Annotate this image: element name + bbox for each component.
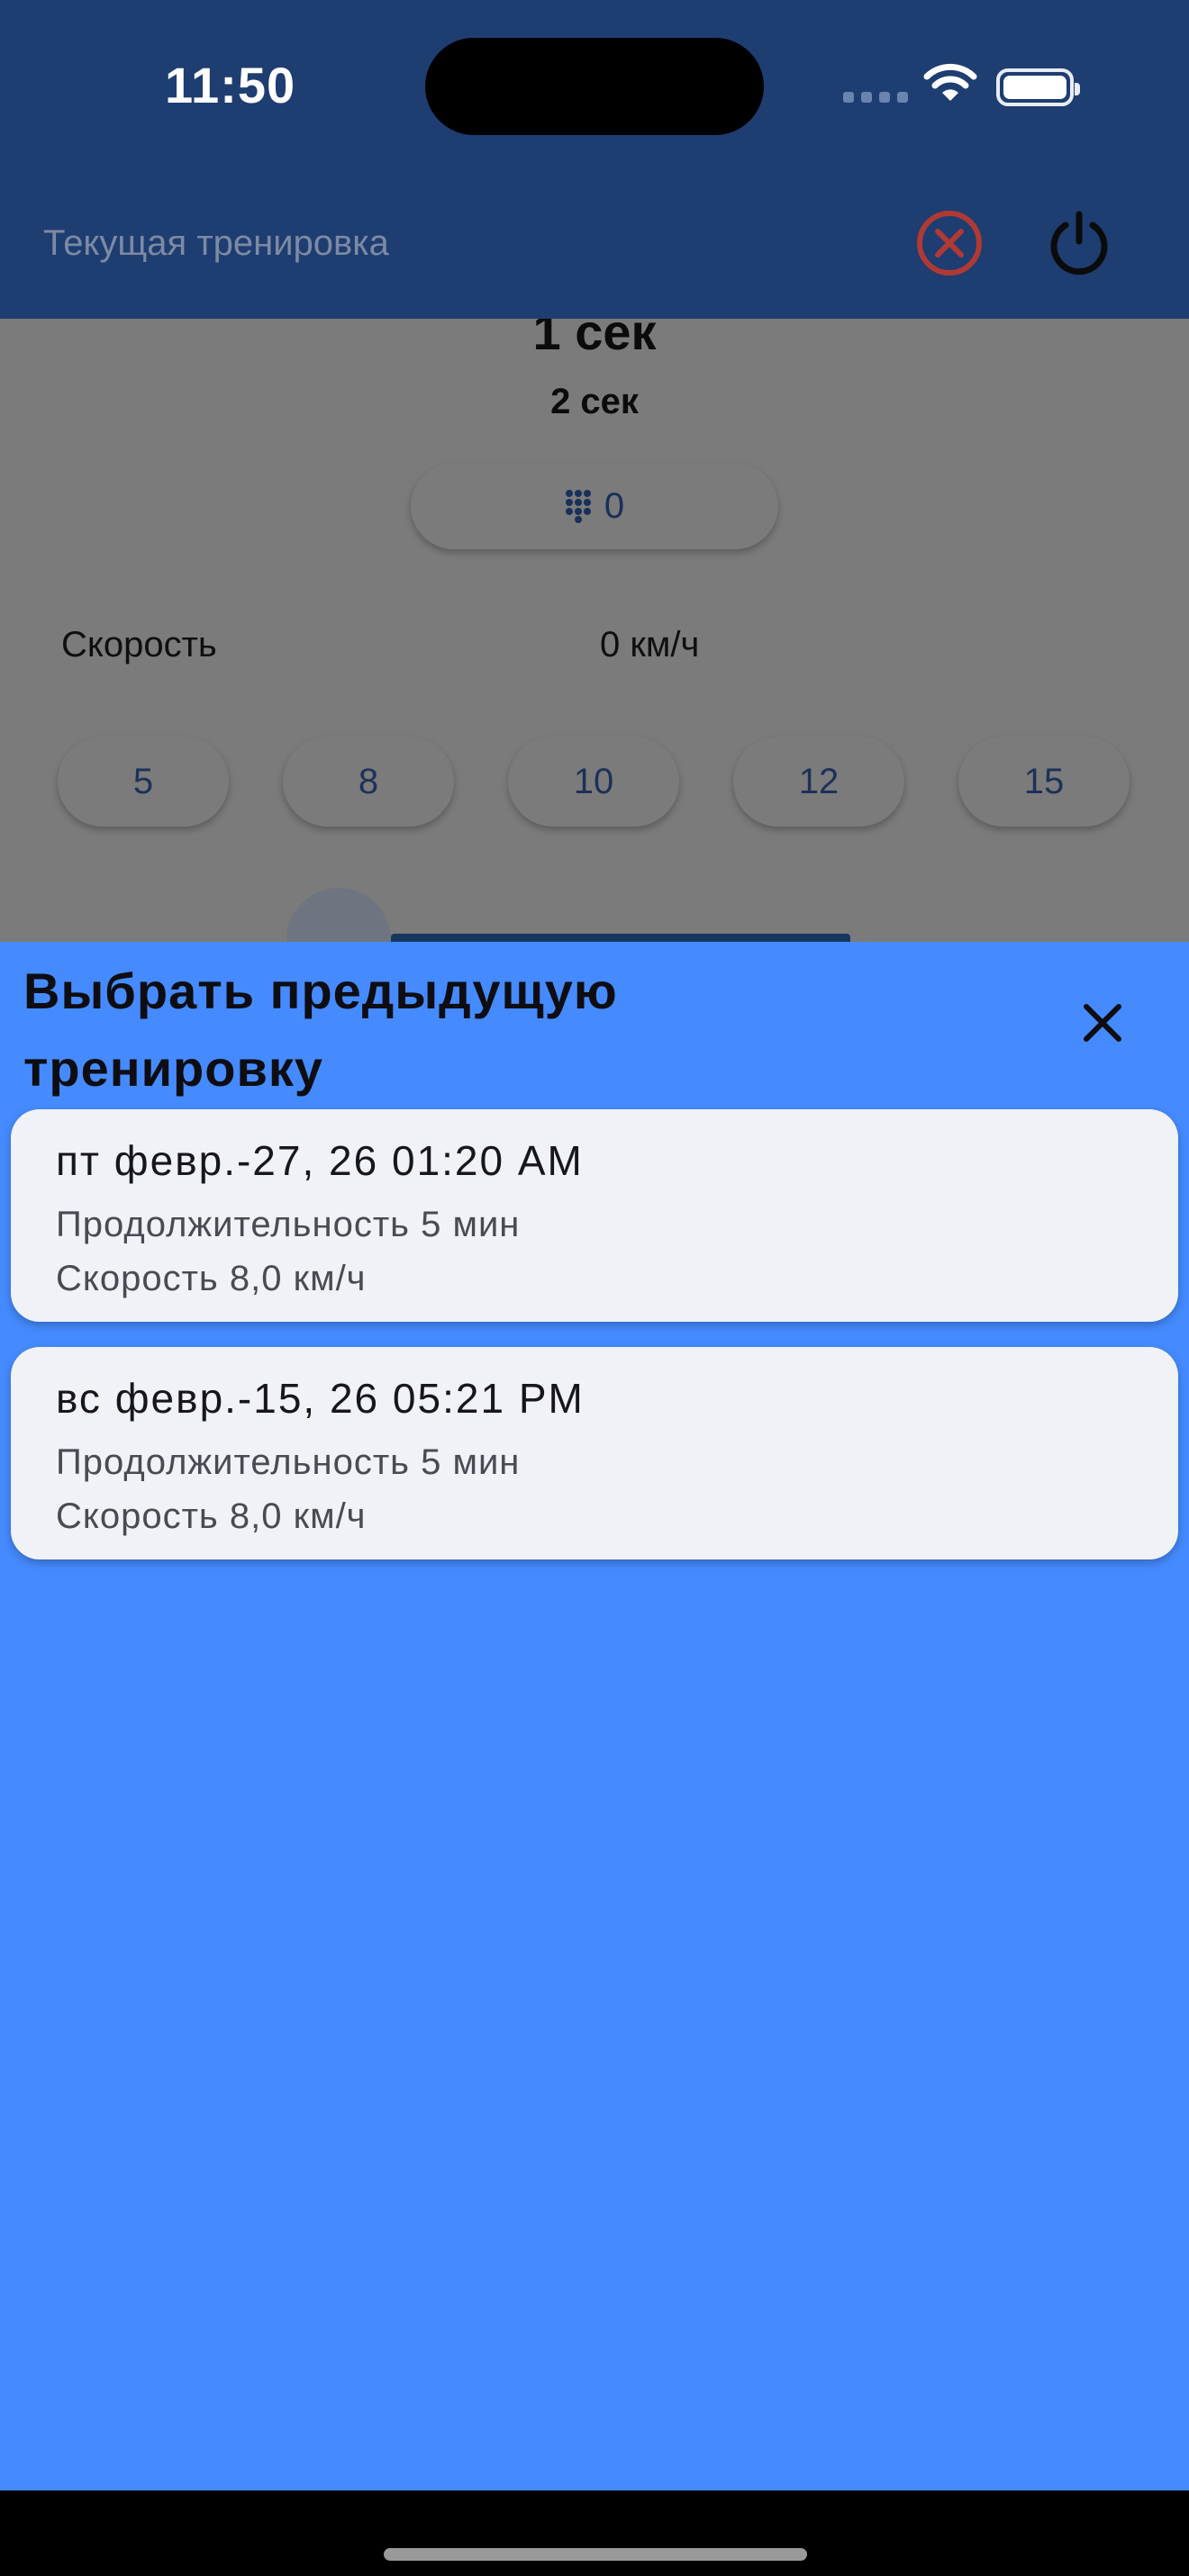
counter-button[interactable]: 0 [411,463,778,549]
speed-preset-5[interactable]: 5 [58,737,229,827]
speed-preset-15[interactable]: 15 [958,737,1130,827]
close-icon[interactable] [1074,994,1131,1052]
speed-value: 0 км/ч [600,625,700,664]
secondary-time: 2 сек [550,382,639,421]
workout-date: вс февр.-15, 26 05:21 PM [56,1375,585,1422]
slider-track[interactable] [391,934,850,942]
home-indicator[interactable] [384,2548,807,2561]
slider-thumb[interactable] [286,888,391,942]
speed-preset-8[interactable]: 8 [283,737,454,827]
power-icon[interactable] [1045,209,1113,277]
workout-duration: Продолжительность 5 мин [56,1442,521,1482]
status-time: 11:50 [165,57,296,113]
battery-icon [996,68,1080,106]
dynamic-island [425,38,764,135]
counter-value: 0 [604,485,625,526]
app-title: Текущая тренировка [43,223,389,263]
workout-speed: Скорость 8,0 км/ч [56,1496,367,1536]
workout-list-item[interactable]: пт февр.-27, 26 01:20 AM Продолжительнос… [11,1109,1178,1322]
elapsed-time: 1 сек [532,319,657,360]
sheet-title: Выбрать предыдущую тренировку [23,963,618,1097]
dialpad-icon [565,490,591,523]
speed-preset-12[interactable]: 12 [733,737,904,827]
speed-label: Скорость [61,625,217,664]
previous-workout-sheet: Выбрать предыдущую тренировку пт февр.-2… [0,942,1189,2490]
cellular-signal-icon [843,92,908,103]
wifi-icon [923,63,977,101]
workout-date: пт февр.-27, 26 01:20 AM [56,1137,584,1184]
speed-preset-10[interactable]: 10 [508,737,679,827]
workout-speed: Скорость 8,0 км/ч [56,1259,367,1298]
app-bar: 11:50 Текущая тренировка [0,0,1189,319]
cancel-circle-icon[interactable] [915,209,984,277]
workout-list-item[interactable]: вс февр.-15, 26 05:21 PM Продолжительнос… [11,1347,1178,1559]
workout-duration: Продолжительность 5 мин [56,1205,521,1244]
workout-content: 1 сек 2 сек 0 Скорость 0 км/ч 5 8 10 12 … [0,319,1189,942]
